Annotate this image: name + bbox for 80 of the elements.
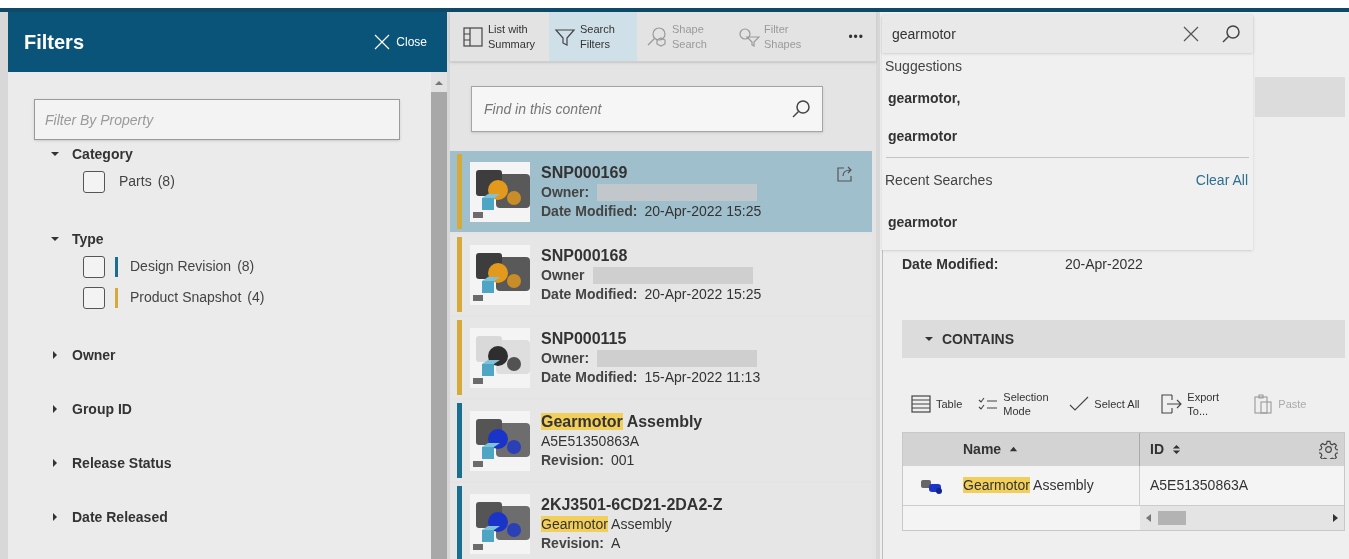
scrollbar-thumb[interactable] xyxy=(1158,511,1186,525)
result-title[interactable]: SNP000115 xyxy=(541,328,872,349)
table-icon xyxy=(911,395,931,413)
field-label: Date Modified: xyxy=(902,255,1000,274)
check-icon xyxy=(1069,396,1090,412)
suggestion-item[interactable]: gearmotor, xyxy=(888,87,961,109)
toolbar-button[interactable]: List with Summary xyxy=(457,12,545,61)
field-value: 15-Apr-2022 11:13 xyxy=(644,367,761,387)
table-cell-text: Gearmotor Assembly xyxy=(963,476,1094,495)
field-label: Owner: xyxy=(541,348,590,368)
global-search-field[interactable]: gearmotor xyxy=(882,15,1253,53)
field-value: 20-Apr-2022 xyxy=(1065,255,1143,274)
filter-group-header[interactable]: Type xyxy=(34,227,431,251)
settings-icon[interactable] xyxy=(1319,440,1338,459)
cube-funnel-icon xyxy=(738,25,760,48)
clear-all-link[interactable]: Clear All xyxy=(1195,169,1248,191)
option-count: (4) xyxy=(247,288,265,307)
checklist-icon xyxy=(978,396,999,412)
option-label[interactable]: Parts xyxy=(119,171,152,192)
result-subtitle: A5E51350863A xyxy=(541,431,641,451)
result-title[interactable]: SNP000169 xyxy=(541,162,836,183)
field-label: Date Modified: xyxy=(541,201,638,221)
section-header[interactable]: CONTAINS xyxy=(902,320,1345,358)
dropdown-header: Suggestions xyxy=(884,56,964,76)
close-icon xyxy=(374,34,391,50)
checkbox[interactable] xyxy=(83,170,105,193)
field-label: Revision: xyxy=(541,533,604,553)
clear-icon[interactable] xyxy=(1183,26,1199,42)
result-title[interactable]: 2KJ3501-6CD21-2DA2-Z xyxy=(541,494,872,515)
option-label[interactable]: Product Snapshot xyxy=(130,287,242,308)
export-icon xyxy=(1160,394,1183,414)
search-icon[interactable] xyxy=(791,99,811,119)
share-icon[interactable] xyxy=(836,165,854,183)
scroll-left-icon[interactable] xyxy=(1146,514,1152,522)
toolbar-button[interactable]: Search Filters xyxy=(549,12,637,61)
filter-group-header[interactable]: Release Status xyxy=(34,451,431,475)
result-title[interactable]: SNP000168 xyxy=(541,245,872,266)
table-cell: A5E51350863A xyxy=(1150,477,1249,493)
toolbar-button[interactable]: Select All xyxy=(1069,396,1151,412)
filter-group-header[interactable]: Date Released xyxy=(34,505,431,529)
dropdown-header: Recent Searches xyxy=(885,170,993,190)
column-header[interactable]: ID xyxy=(1140,433,1319,466)
filter-group-header[interactable]: Group ID xyxy=(34,397,431,421)
horizontal-scrollbar[interactable] xyxy=(1140,506,1344,530)
clipboard-icon xyxy=(1253,394,1274,414)
toolbar-button[interactable]: Export To... xyxy=(1160,390,1244,418)
field-label: Date Modified: xyxy=(541,284,638,304)
checkbox[interactable] xyxy=(83,255,105,278)
filter-group-header[interactable]: Category xyxy=(34,142,431,166)
option-label[interactable]: Design Revision xyxy=(130,256,232,277)
result-item[interactable]: SNP000169 Owner: Date Modified: 20-Apr-2022 15:25 xyxy=(450,151,872,232)
magnifier-cube-icon xyxy=(646,25,668,48)
result-subtitle: Gearmotor Assembly xyxy=(541,514,673,534)
filter-search-field[interactable]: Filter By Property xyxy=(34,99,400,140)
field-value: 001 xyxy=(611,450,635,470)
more-button[interactable]: ••• xyxy=(836,12,876,61)
panel-title: Filters xyxy=(24,30,85,55)
scroll-right-icon[interactable] xyxy=(1332,514,1338,522)
layout-icon xyxy=(462,25,484,48)
field-label: Owner xyxy=(541,265,585,285)
field-label: Owner: xyxy=(541,182,590,202)
toolbar-button[interactable]: Selection Mode xyxy=(978,390,1060,418)
scroll-up-icon[interactable] xyxy=(435,80,443,86)
field-value: 20-Apr-2022 15:25 xyxy=(644,284,762,304)
checkbox[interactable] xyxy=(83,286,105,309)
content-search-field[interactable]: Find in this content xyxy=(471,86,823,132)
suggestion-item[interactable]: gearmotor xyxy=(888,125,958,147)
field-value: A xyxy=(611,533,621,553)
toolbar-button[interactable]: Table xyxy=(911,395,969,413)
search-icon[interactable] xyxy=(1221,24,1241,44)
option-count: (8) xyxy=(157,172,175,191)
field-label: Date Modified: xyxy=(541,367,638,387)
field-label: Revision: xyxy=(541,450,604,470)
field-value: 20-Apr-2022 15:25 xyxy=(644,201,762,221)
recent-search-item[interactable]: gearmotor xyxy=(888,211,958,233)
close-button[interactable]: Close xyxy=(374,33,427,51)
result-title[interactable]: Gearmotor Assembly xyxy=(541,411,872,432)
option-count: (8) xyxy=(237,257,255,276)
filter-group-header[interactable]: Owner xyxy=(34,343,431,367)
column-header[interactable]: Name xyxy=(903,433,1140,466)
